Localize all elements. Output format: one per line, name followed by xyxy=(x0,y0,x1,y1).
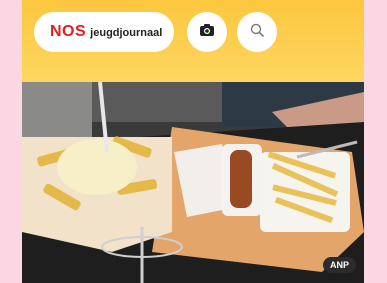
header-bar: NOS jeugdjournaal xyxy=(22,0,364,82)
logo-home-link[interactable]: NOS jeugdjournaal xyxy=(34,12,174,52)
fries-photo-illustration xyxy=(22,82,364,283)
camera-button[interactable] xyxy=(187,12,227,52)
photo-credit-badge: ANP xyxy=(322,257,356,273)
app-card: NOS jeugdjournaal ANP xyxy=(22,0,364,283)
search-icon xyxy=(250,23,264,42)
search-button[interactable] xyxy=(237,12,277,52)
news-photo[interactable]: ANP xyxy=(22,82,364,283)
logo-brand: NOS xyxy=(50,23,87,40)
camera-icon xyxy=(200,23,214,41)
logo-subtitle: jeugdjournaal xyxy=(90,27,163,39)
